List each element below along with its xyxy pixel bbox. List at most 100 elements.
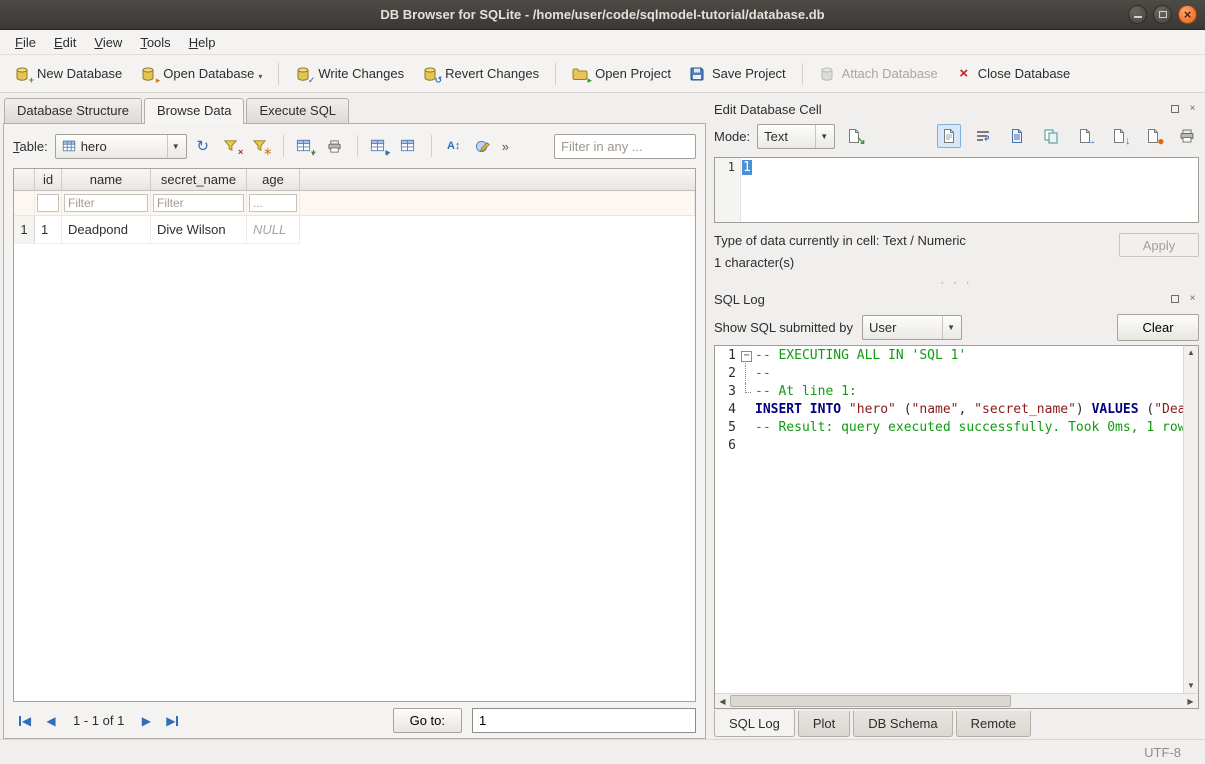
sql-log-line: 6 [715,437,1183,455]
filter-input-secret-name[interactable] [153,194,244,212]
table-select[interactable]: hero ▼ [55,134,187,159]
filter-input-name[interactable] [64,194,148,212]
horizontal-scrollbar[interactable]: ◀ ▶ [715,693,1198,708]
new-record-button[interactable]: +▾ [293,133,319,159]
open-project-icon: ▸ [572,66,589,82]
filter-input-age[interactable] [249,194,297,212]
save-project-button[interactable]: Save Project [681,61,794,87]
copy-cell-button[interactable] [1039,124,1063,148]
open-project-button[interactable]: ▸ Open Project [564,61,679,87]
export-cell-button[interactable]: → [1073,124,1097,148]
cell-name[interactable]: Deadpond [62,216,151,244]
attach-database-button: Attach Database [811,61,946,87]
menu-file[interactable]: File [6,32,45,53]
set-null-button[interactable]: ● [1141,124,1165,148]
save-filter-button[interactable]: ＊ [248,133,274,159]
menu-tools[interactable]: Tools [131,32,179,53]
mode-select[interactable]: Text ▼ [757,124,835,149]
filter-any-input[interactable] [554,134,696,159]
sql-log-float-button[interactable] [1168,293,1181,306]
edit-cell-float-button[interactable] [1168,103,1181,116]
chevron-down-icon: ▼ [942,316,959,339]
close-database-button[interactable]: × Close Database [948,61,1079,86]
text-view-button[interactable] [937,124,961,148]
right-pane: Edit Database Cell × Mode: Text ▼ ↘ [706,93,1205,739]
tab-sql-log[interactable]: SQL Log [714,710,795,737]
cell-age[interactable]: NULL [247,216,300,244]
edit-pseudo-button[interactable] [470,133,496,159]
revert-changes-button[interactable]: ↺ Revert Changes [414,61,547,87]
tab-db-schema[interactable]: DB Schema [853,711,952,737]
prev-page-button[interactable]: ◀ [39,710,63,732]
close-database-icon: × [956,67,972,81]
close-button[interactable]: × [1178,5,1197,24]
scroll-up-icon[interactable]: ▲ [1184,346,1198,360]
column-header-age[interactable]: age [247,169,300,191]
sql-log-close-button[interactable]: × [1186,293,1199,306]
scroll-down-icon[interactable]: ▼ [1184,679,1198,693]
chevron-down-icon: ▼ [815,125,832,148]
cell-editor[interactable]: 1 1 [714,157,1199,223]
sql-log-area: 1-- EXECUTING ALL IN 'SQL 1'2--3-- At li… [714,345,1199,709]
toolbar-separator [357,135,358,157]
cell-id[interactable]: 1 [35,216,62,244]
jump-to-row-button[interactable]: A↕ [441,133,467,159]
tab-browse-data[interactable]: Browse Data [144,98,244,124]
open-in-editor-button[interactable] [1005,124,1029,148]
first-page-button[interactable]: ◀ [13,710,37,732]
write-changes-button[interactable]: ✓ Write Changes [287,61,412,87]
horizontal-scroll-track[interactable] [730,694,1183,708]
open-database-menu-caret[interactable]: ▾ [258,72,262,82]
vertical-scrollbar[interactable]: ▲ ▼ [1183,346,1198,693]
goto-input[interactable] [472,708,696,733]
tab-remote[interactable]: Remote [956,711,1032,737]
fold-toggle-icon[interactable] [739,347,755,365]
cell-editor-content[interactable]: 1 [741,158,1198,222]
clear-filters-button[interactable]: × [219,133,245,159]
toolbar-overflow-chevron[interactable]: » [499,139,512,154]
print-records-button[interactable] [322,133,348,159]
dock-splitter[interactable]: · · · [714,277,1199,289]
scroll-right-icon[interactable]: ▶ [1183,694,1198,708]
table-row[interactable]: 1 1 Deadpond Dive Wilson NULL [14,216,695,244]
menu-edit[interactable]: Edit [45,32,85,53]
cell-secret-name[interactable]: Dive Wilson [151,216,247,244]
last-page-button[interactable]: ▶ [160,710,184,732]
menu-view[interactable]: View [85,32,131,53]
tab-plot[interactable]: Plot [798,711,850,737]
open-database-button[interactable]: ▸ Open Database ▾ [132,61,270,87]
blue-document-icon [1009,128,1025,144]
column-header-secret-name[interactable]: secret_name [151,169,247,191]
new-database-button[interactable]: + New Database [6,61,130,87]
maximize-button[interactable] [1153,5,1172,24]
sql-log-dock: SQL Log × Show SQL submitted by User ▼ C… [714,289,1199,739]
column-header-name[interactable]: name [62,169,151,191]
print-cell-button[interactable] [1175,124,1199,148]
horizontal-scroll-thumb[interactable] [730,695,1011,707]
import-records-button[interactable] [396,133,422,159]
vertical-scroll-track[interactable] [1184,360,1198,679]
apply-button[interactable]: Apply [1119,233,1199,257]
minimize-button[interactable] [1128,5,1147,24]
import-cell-button[interactable]: ↘ [842,124,866,148]
record-range: 1 - 1 of 1 [73,713,124,728]
next-page-button[interactable]: ▶ [134,710,158,732]
sql-log-header: SQL Log × [714,289,1199,309]
scroll-left-icon[interactable]: ◀ [715,694,730,708]
tab-execute-sql[interactable]: Execute SQL [246,98,349,123]
close-icon: × [1190,294,1196,304]
pencil-icon [475,139,490,154]
menu-help[interactable]: Help [180,32,225,53]
goto-button[interactable]: Go to: [393,708,462,733]
save-cell-button[interactable]: ↓ [1107,124,1131,148]
edit-cell-close-button[interactable]: × [1186,103,1199,116]
column-header-id[interactable]: id [35,169,62,191]
word-wrap-button[interactable] [971,124,995,148]
refresh-button[interactable]: ↻ [190,133,216,159]
clear-log-button[interactable]: Clear [1117,314,1199,341]
export-records-button[interactable]: ▸▾ [367,133,393,159]
filter-input-id[interactable] [37,194,59,212]
submitted-by-select[interactable]: User ▼ [862,315,962,340]
last-page-icon [176,716,178,726]
tab-database-structure[interactable]: Database Structure [4,98,142,123]
